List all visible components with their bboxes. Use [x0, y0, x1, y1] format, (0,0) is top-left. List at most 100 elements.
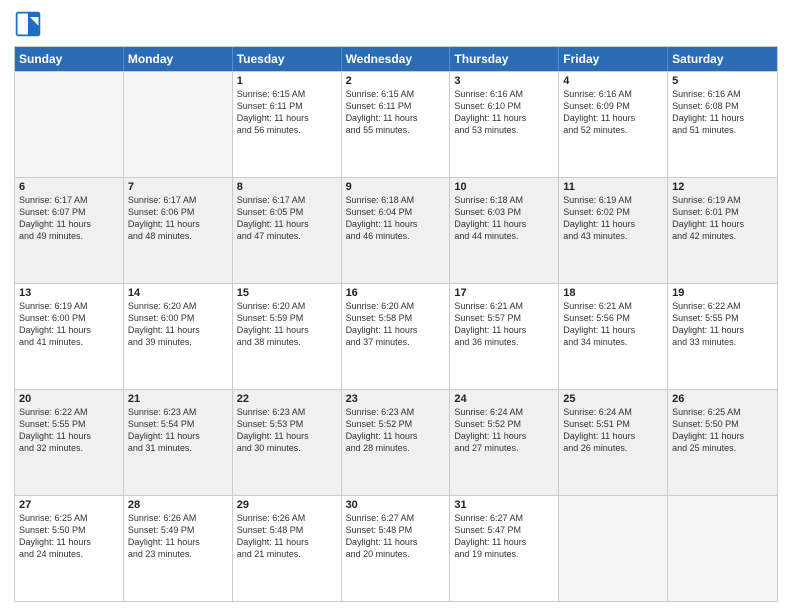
cell-info-line: Daylight: 11 hours — [563, 430, 663, 442]
logo-icon — [14, 10, 42, 38]
cell-info-line: Sunrise: 6:23 AM — [237, 406, 337, 418]
cell-info-line: Sunset: 6:09 PM — [563, 100, 663, 112]
cell-info-line: Daylight: 11 hours — [454, 536, 554, 548]
calendar-cell: 28Sunrise: 6:26 AMSunset: 5:49 PMDayligh… — [124, 496, 233, 601]
calendar-cell: 11Sunrise: 6:19 AMSunset: 6:02 PMDayligh… — [559, 178, 668, 283]
header-cell-saturday: Saturday — [668, 47, 777, 71]
cell-info-line: Sunrise: 6:21 AM — [563, 300, 663, 312]
cell-info-line: Sunrise: 6:22 AM — [672, 300, 773, 312]
cell-info-line: Sunset: 5:53 PM — [237, 418, 337, 430]
cell-info-line: Sunset: 6:07 PM — [19, 206, 119, 218]
cell-info-line: Daylight: 11 hours — [237, 536, 337, 548]
cell-info-line: and 38 minutes. — [237, 336, 337, 348]
cell-info-line: Sunrise: 6:25 AM — [19, 512, 119, 524]
cell-info-line: Sunrise: 6:20 AM — [346, 300, 446, 312]
cell-info-line: Sunset: 6:08 PM — [672, 100, 773, 112]
cell-info-line: Daylight: 11 hours — [346, 536, 446, 548]
cell-info-line: and 26 minutes. — [563, 442, 663, 454]
cell-info-line: Sunrise: 6:18 AM — [346, 194, 446, 206]
cell-info-line: Sunrise: 6:21 AM — [454, 300, 554, 312]
header-cell-friday: Friday — [559, 47, 668, 71]
header-cell-monday: Monday — [124, 47, 233, 71]
cell-info-line: Daylight: 11 hours — [672, 112, 773, 124]
day-number: 31 — [454, 499, 554, 511]
cell-info-line: Daylight: 11 hours — [563, 324, 663, 336]
calendar-cell: 26Sunrise: 6:25 AMSunset: 5:50 PMDayligh… — [668, 390, 777, 495]
cell-info-line: and 27 minutes. — [454, 442, 554, 454]
cell-info-line: Sunset: 5:51 PM — [563, 418, 663, 430]
cell-info-line: Sunrise: 6:25 AM — [672, 406, 773, 418]
cell-info-line: and 21 minutes. — [237, 548, 337, 560]
cell-info-line: and 20 minutes. — [346, 548, 446, 560]
cell-info-line: and 33 minutes. — [672, 336, 773, 348]
cell-info-line: Sunset: 5:50 PM — [672, 418, 773, 430]
calendar-cell: 8Sunrise: 6:17 AMSunset: 6:05 PMDaylight… — [233, 178, 342, 283]
header — [14, 10, 778, 38]
day-number: 6 — [19, 181, 119, 193]
cell-info-line: and 34 minutes. — [563, 336, 663, 348]
cell-info-line: Daylight: 11 hours — [563, 218, 663, 230]
cell-info-line: Sunset: 6:04 PM — [346, 206, 446, 218]
day-number: 9 — [346, 181, 446, 193]
calendar-cell: 17Sunrise: 6:21 AMSunset: 5:57 PMDayligh… — [450, 284, 559, 389]
cell-info-line: Daylight: 11 hours — [128, 218, 228, 230]
cell-info-line: Daylight: 11 hours — [237, 430, 337, 442]
header-cell-tuesday: Tuesday — [233, 47, 342, 71]
cell-info-line: and 31 minutes. — [128, 442, 228, 454]
header-cell-wednesday: Wednesday — [342, 47, 451, 71]
day-number: 21 — [128, 393, 228, 405]
cell-info-line: Sunrise: 6:19 AM — [563, 194, 663, 206]
calendar-cell: 9Sunrise: 6:18 AMSunset: 6:04 PMDaylight… — [342, 178, 451, 283]
page: SundayMondayTuesdayWednesdayThursdayFrid… — [0, 0, 792, 612]
cell-info-line: Daylight: 11 hours — [19, 430, 119, 442]
cell-info-line: Sunrise: 6:19 AM — [672, 194, 773, 206]
calendar-cell: 16Sunrise: 6:20 AMSunset: 5:58 PMDayligh… — [342, 284, 451, 389]
cell-info-line: and 23 minutes. — [128, 548, 228, 560]
cell-info-line: and 52 minutes. — [563, 124, 663, 136]
day-number: 19 — [672, 287, 773, 299]
cell-info-line: Sunset: 6:02 PM — [563, 206, 663, 218]
calendar: SundayMondayTuesdayWednesdayThursdayFrid… — [14, 46, 778, 602]
cell-info-line: and 42 minutes. — [672, 230, 773, 242]
cell-info-line: Sunrise: 6:23 AM — [128, 406, 228, 418]
cell-info-line: Sunset: 6:11 PM — [237, 100, 337, 112]
cell-info-line: and 25 minutes. — [672, 442, 773, 454]
day-number: 28 — [128, 499, 228, 511]
cell-info-line: Daylight: 11 hours — [563, 112, 663, 124]
cell-info-line: and 41 minutes. — [19, 336, 119, 348]
cell-info-line: Sunset: 5:56 PM — [563, 312, 663, 324]
day-number: 17 — [454, 287, 554, 299]
day-number: 11 — [563, 181, 663, 193]
day-number: 23 — [346, 393, 446, 405]
calendar-cell: 20Sunrise: 6:22 AMSunset: 5:55 PMDayligh… — [15, 390, 124, 495]
day-number: 16 — [346, 287, 446, 299]
cell-info-line: Sunrise: 6:26 AM — [128, 512, 228, 524]
cell-info-line: Sunset: 5:58 PM — [346, 312, 446, 324]
cell-info-line: Sunset: 5:48 PM — [346, 524, 446, 536]
day-number: 5 — [672, 75, 773, 87]
day-number: 24 — [454, 393, 554, 405]
cell-info-line: and 47 minutes. — [237, 230, 337, 242]
cell-info-line: Sunset: 6:10 PM — [454, 100, 554, 112]
day-number: 14 — [128, 287, 228, 299]
cell-info-line: and 48 minutes. — [128, 230, 228, 242]
cell-info-line: Sunrise: 6:19 AM — [19, 300, 119, 312]
day-number: 20 — [19, 393, 119, 405]
cell-info-line: Sunrise: 6:17 AM — [19, 194, 119, 206]
calendar-cell: 10Sunrise: 6:18 AMSunset: 6:03 PMDayligh… — [450, 178, 559, 283]
day-number: 10 — [454, 181, 554, 193]
cell-info-line: and 24 minutes. — [19, 548, 119, 560]
cell-info-line: Daylight: 11 hours — [128, 324, 228, 336]
cell-info-line: Sunset: 6:05 PM — [237, 206, 337, 218]
calendar-cell: 12Sunrise: 6:19 AMSunset: 6:01 PMDayligh… — [668, 178, 777, 283]
day-number: 8 — [237, 181, 337, 193]
calendar-cell — [15, 72, 124, 177]
cell-info-line: Daylight: 11 hours — [454, 324, 554, 336]
calendar-cell — [124, 72, 233, 177]
day-number: 3 — [454, 75, 554, 87]
cell-info-line: Daylight: 11 hours — [19, 324, 119, 336]
cell-info-line: Sunrise: 6:16 AM — [563, 88, 663, 100]
cell-info-line: Daylight: 11 hours — [454, 112, 554, 124]
cell-info-line: Daylight: 11 hours — [19, 218, 119, 230]
cell-info-line: and 49 minutes. — [19, 230, 119, 242]
